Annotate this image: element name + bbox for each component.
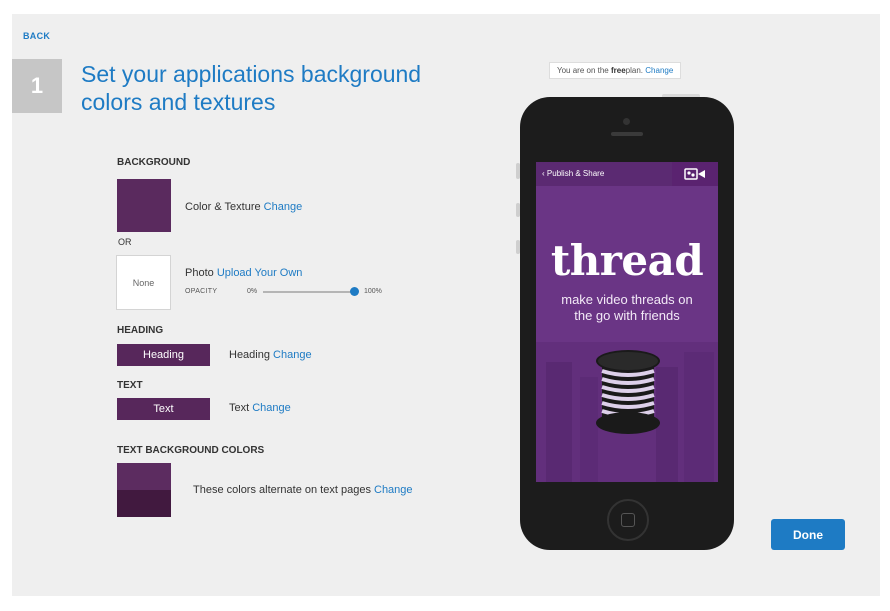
tagline-line-1: make video threads on xyxy=(561,292,693,307)
phone-speaker xyxy=(611,132,643,136)
video-camera-icon[interactable] xyxy=(672,162,718,186)
text-bg-row: These colors alternate on text pages Cha… xyxy=(193,484,413,496)
plan-change-link[interactable]: Change xyxy=(645,66,673,75)
heading-row: Heading Change xyxy=(229,349,312,361)
tagline-line-2: the go with friends xyxy=(574,308,680,323)
color-texture-row: Color & Texture Change xyxy=(185,201,302,213)
app-logo-text: thread xyxy=(550,236,704,285)
chevron-left-icon: ‹ xyxy=(542,169,545,178)
text-bg-color-1-swatch[interactable] xyxy=(117,463,171,490)
background-color-swatch[interactable] xyxy=(117,179,171,232)
heading-label: Heading xyxy=(229,349,274,361)
plan-notice-suffix: plan. xyxy=(625,66,644,75)
back-link[interactable]: BACK xyxy=(23,31,50,41)
heading-change-link[interactable]: Change xyxy=(273,349,312,361)
photo-row: Photo Upload Your Own xyxy=(185,267,302,279)
heading-style-sample[interactable]: Heading xyxy=(117,344,210,366)
app-preview-screen: ‹ Publish & Share thread make video thre… xyxy=(536,162,718,482)
color-texture-change-link[interactable]: Change xyxy=(264,201,303,213)
photo-label: Photo xyxy=(185,267,217,279)
opacity-max-label: 100% xyxy=(364,288,382,295)
text-bg-change-link[interactable]: Change xyxy=(374,484,413,496)
text-change-link[interactable]: Change xyxy=(252,402,291,414)
plan-name: free xyxy=(610,66,626,75)
phone-home-button xyxy=(607,499,649,541)
plan-notice: You are on the free plan. Change xyxy=(549,62,682,79)
text-label: Text xyxy=(229,402,253,414)
preview-back-button[interactable]: ‹ Publish & Share xyxy=(542,169,604,178)
opacity-slider-thumb[interactable] xyxy=(350,287,359,296)
preview-back-label: Publish & Share xyxy=(546,169,605,178)
plan-notice-prefix: You are on the xyxy=(557,66,609,75)
text-row: Text Change xyxy=(229,402,291,414)
color-texture-label: Color & Texture xyxy=(185,201,264,213)
text-bg-section-label: TEXT BACKGROUND COLORS xyxy=(117,445,265,456)
heading-section-label: HEADING xyxy=(117,325,164,336)
or-separator: OR xyxy=(118,237,132,247)
spool-icon xyxy=(596,350,660,434)
app-tagline: make video threads on the go with friend… xyxy=(536,292,718,324)
page-title: Set your applications background colors … xyxy=(81,61,422,115)
opacity-slider-track[interactable] xyxy=(263,291,355,293)
opacity-label: OPACITY xyxy=(185,288,218,295)
background-section-label: BACKGROUND xyxy=(117,157,191,168)
text-bg-label: These colors alternate on text pages xyxy=(193,484,374,496)
text-style-sample[interactable]: Text xyxy=(117,398,210,420)
photo-placeholder[interactable]: None xyxy=(116,255,171,310)
done-button[interactable]: Done xyxy=(771,519,845,550)
text-section-label: TEXT xyxy=(117,380,143,391)
step-number: 1 xyxy=(12,59,62,113)
upload-photo-link[interactable]: Upload Your Own xyxy=(217,267,303,279)
text-bg-color-2-swatch[interactable] xyxy=(117,490,171,517)
opacity-min-label: 0% xyxy=(247,288,258,295)
phone-camera xyxy=(623,118,630,125)
